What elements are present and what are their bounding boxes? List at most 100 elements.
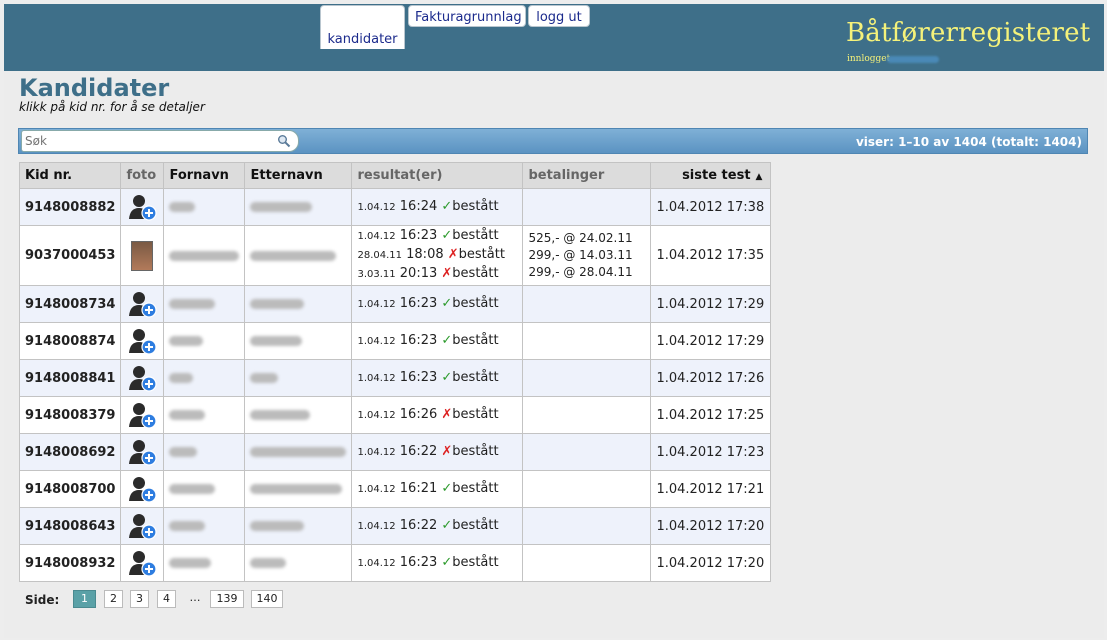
redacted-fornavn xyxy=(169,250,240,261)
app-frame: kandidater Fakturagrunnlag logg ut Båtfø… xyxy=(4,4,1104,638)
add-user-icon[interactable] xyxy=(127,290,158,318)
page-link[interactable]: 1 xyxy=(73,590,96,608)
col-fornavn[interactable]: Fornavn xyxy=(163,162,246,189)
last-test-cell: 1.04.2012 17:21 xyxy=(650,470,772,508)
tab-kandidater[interactable]: kandidater xyxy=(320,5,405,49)
result-entry: 1.04.12 16:23 ✓bestått xyxy=(357,295,499,311)
last-test-cell: 1.04.2012 17:25 xyxy=(650,396,772,434)
col-etternavn[interactable]: Etternavn xyxy=(244,162,353,189)
payment-entry: 299,- @ 14.03.11 xyxy=(528,248,633,262)
payments-cell xyxy=(522,188,652,226)
table-row: 9037000453 1.04.12 16:23 ✓bestått 28.04.1… xyxy=(18,225,772,286)
kid-number[interactable]: 9148008700 xyxy=(18,470,122,508)
kid-number[interactable]: 9148008932 xyxy=(18,544,122,582)
kid-number[interactable]: 9148008379 xyxy=(18,396,122,434)
redacted-fornavn xyxy=(169,373,194,383)
check-icon: ✓ xyxy=(441,480,453,496)
tab-fakturagrunnlag[interactable]: Fakturagrunnlag xyxy=(408,5,526,27)
table-row: 9148008874 1.04.12 16:23 ✓bestått 1.04.2… xyxy=(18,322,772,360)
fornavn-cell xyxy=(163,359,246,397)
redacted-etternavn xyxy=(250,373,279,383)
fornavn-cell xyxy=(163,225,246,286)
results-cell: 1.04.12 16:23 ✓bestått xyxy=(351,359,524,397)
table-row: 9148008734 1.04.12 16:23 ✓bestått 1.04.2… xyxy=(18,285,772,323)
result-entry: 3.03.11 20:13 ✗bestått xyxy=(357,266,499,281)
result-entry: 1.04.12 16:26 ✗bestått xyxy=(357,406,499,422)
check-icon: ✓ xyxy=(441,198,453,214)
foto-cell xyxy=(120,322,165,360)
col-siste-test[interactable]: siste test ▲ xyxy=(650,162,772,189)
results-cell: 1.04.12 16:26 ✗bestått xyxy=(351,396,524,434)
cross-icon: ✗ xyxy=(441,406,453,422)
results-cell: 1.04.12 16:23 ✓bestått xyxy=(351,322,524,360)
site-logo: Båtførerregisteret xyxy=(846,18,1091,48)
kid-number[interactable]: 9148008841 xyxy=(18,359,122,397)
kid-number[interactable]: 9148008734 xyxy=(18,285,122,323)
candidates-table: Kid nr. foto Fornavn Etternavn resultat(… xyxy=(18,162,772,582)
search-icon[interactable] xyxy=(277,134,291,148)
last-test-cell: 1.04.2012 17:26 xyxy=(650,359,772,397)
search-input[interactable] xyxy=(21,130,299,152)
col-betalinger: betalinger xyxy=(522,162,652,189)
fornavn-cell xyxy=(163,396,246,434)
tab-logg-ut[interactable]: logg ut xyxy=(528,5,590,27)
table-row: 9148008643 1.04.12 16:22 ✓bestått 1.04.2… xyxy=(18,507,772,545)
last-test-cell: 1.04.2012 17:20 xyxy=(650,507,772,545)
kid-number[interactable]: 9148008874 xyxy=(18,322,122,360)
table-row: 9148008882 1.04.12 16:24 ✓bestått 1.04.2… xyxy=(18,188,772,226)
result-entry: 28.04.11 18:08 ✗bestått xyxy=(357,247,505,262)
cross-icon: ✗ xyxy=(441,266,453,281)
add-user-icon[interactable] xyxy=(127,364,158,392)
etternavn-cell xyxy=(244,396,353,434)
candidate-photo[interactable] xyxy=(131,240,154,271)
page-link[interactable]: 2 xyxy=(104,590,123,608)
page-link[interactable]: 140 xyxy=(251,590,283,608)
table-row: 9148008932 1.04.12 16:23 ✓bestått 1.04.2… xyxy=(18,544,772,582)
result-entry: 1.04.12 16:22 ✓bestått xyxy=(357,517,499,533)
kid-number[interactable]: 9148008692 xyxy=(18,433,122,471)
redacted-fornavn xyxy=(169,410,206,420)
top-bar: kandidater Fakturagrunnlag logg ut Båtfø… xyxy=(4,4,1104,71)
redacted-fornavn xyxy=(169,447,198,457)
kid-number[interactable]: 9148008882 xyxy=(18,188,122,226)
foto-cell xyxy=(120,470,165,508)
check-icon: ✓ xyxy=(441,369,453,385)
results-cell: 1.04.12 16:24 ✓bestått xyxy=(351,188,524,226)
page-link[interactable]: 3 xyxy=(130,590,149,608)
redacted-etternavn xyxy=(250,410,311,420)
add-user-icon[interactable] xyxy=(127,512,158,540)
redacted-etternavn xyxy=(250,336,303,346)
foto-cell xyxy=(120,507,165,545)
add-user-icon[interactable] xyxy=(127,327,158,355)
fornavn-cell xyxy=(163,285,246,323)
kid-number[interactable]: 9148008643 xyxy=(18,507,122,545)
redacted-etternavn xyxy=(250,447,347,457)
add-user-icon[interactable] xyxy=(127,549,158,577)
redacted-fornavn xyxy=(169,202,196,212)
redacted-fornavn xyxy=(169,521,206,531)
pager-ellipsis: … xyxy=(189,591,201,604)
payment-entry: 299,- @ 28.04.11 xyxy=(528,265,633,279)
page-link[interactable]: 4 xyxy=(157,590,176,608)
etternavn-cell xyxy=(244,507,353,545)
col-kid[interactable]: Kid nr. xyxy=(18,162,122,189)
add-user-icon[interactable] xyxy=(127,193,158,221)
redacted-fornavn xyxy=(169,558,212,568)
kid-number[interactable]: 9037000453 xyxy=(18,225,122,286)
redacted-etternavn xyxy=(250,250,337,261)
result-entry: 1.04.12 16:23 ✓bestått xyxy=(357,554,499,570)
table-header-row: Kid nr. foto Fornavn Etternavn resultat(… xyxy=(18,162,772,189)
fornavn-cell xyxy=(163,470,246,508)
page-link[interactable]: 139 xyxy=(210,590,244,608)
etternavn-cell xyxy=(244,188,353,226)
add-user-icon[interactable] xyxy=(127,401,158,429)
results-cell: 1.04.12 16:22 ✓bestått xyxy=(351,507,524,545)
etternavn-cell xyxy=(244,285,353,323)
last-test-cell: 1.04.2012 17:35 xyxy=(650,225,772,286)
fornavn-cell xyxy=(163,507,246,545)
result-entry: 1.04.12 16:23 ✓bestått xyxy=(357,369,499,385)
add-user-icon[interactable] xyxy=(127,438,158,466)
payments-cell xyxy=(522,322,652,360)
add-user-icon[interactable] xyxy=(127,475,158,503)
payments-cell xyxy=(522,507,652,545)
